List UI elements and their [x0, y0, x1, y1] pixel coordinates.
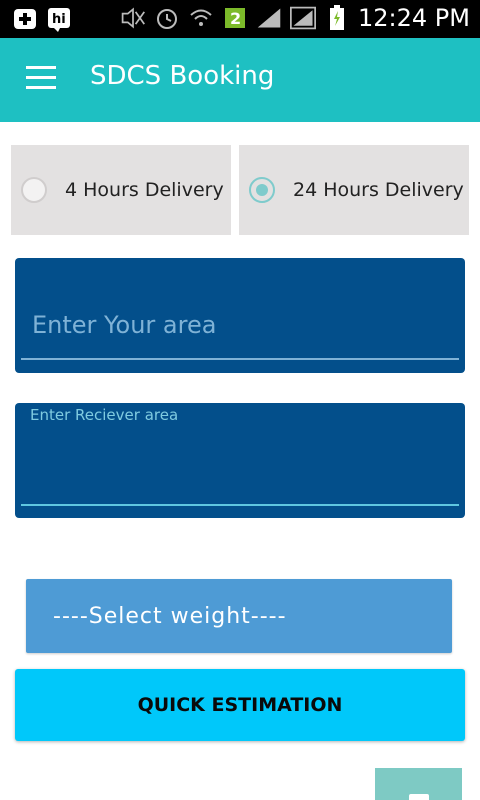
floating-action-button[interactable]: [375, 768, 462, 800]
page-title: SDCS Booking: [90, 61, 275, 91]
radio-24-hours-delivery[interactable]: 24 Hours Delivery: [239, 145, 469, 235]
sim-badge-number: 2: [230, 9, 241, 28]
notification-icons: hi: [12, 6, 72, 32]
your-area-input[interactable]: [30, 310, 454, 340]
receiver-area-label: Enter Reciever area: [30, 406, 179, 424]
your-area-field: [15, 258, 465, 373]
clock-time: 12:24 PM: [358, 4, 470, 32]
receiver-area-input[interactable]: [30, 453, 454, 480]
chat-app-icon: hi: [46, 6, 72, 32]
radio-4-hours-delivery[interactable]: 4 Hours Delivery: [11, 145, 231, 235]
radio-label: 4 Hours Delivery: [65, 179, 224, 201]
radio-label: 24 Hours Delivery: [293, 179, 464, 201]
mute-icon: [120, 5, 146, 31]
menu-icon[interactable]: [26, 66, 58, 94]
weight-select-value: ----Select weight----: [53, 604, 287, 629]
signal-2-icon: [290, 5, 317, 31]
svg-text:hi: hi: [52, 12, 66, 27]
app-bar: SDCS Booking: [0, 38, 480, 122]
receiver-area-field: Enter Reciever area: [15, 403, 465, 518]
sim-badge-icon: 2: [222, 5, 248, 31]
input-underline: [21, 504, 459, 506]
wifi-icon: [188, 5, 214, 31]
input-underline: [21, 358, 459, 360]
radio-button-unchecked-icon[interactable]: [21, 177, 47, 203]
radio-button-checked-icon[interactable]: [249, 177, 275, 203]
battery-icon: [324, 5, 350, 31]
fab-icon: [409, 794, 429, 800]
signal-icon: [256, 5, 282, 31]
system-status-icons: 2 12:24 PM: [120, 4, 470, 32]
add-notification-icon: [12, 6, 38, 32]
weight-select[interactable]: ----Select weight----: [26, 579, 452, 653]
status-bar: hi 2 12:24 PM: [0, 0, 480, 38]
quick-estimation-button[interactable]: QUICK ESTIMATION: [15, 669, 465, 741]
alarm-icon: [154, 5, 180, 31]
